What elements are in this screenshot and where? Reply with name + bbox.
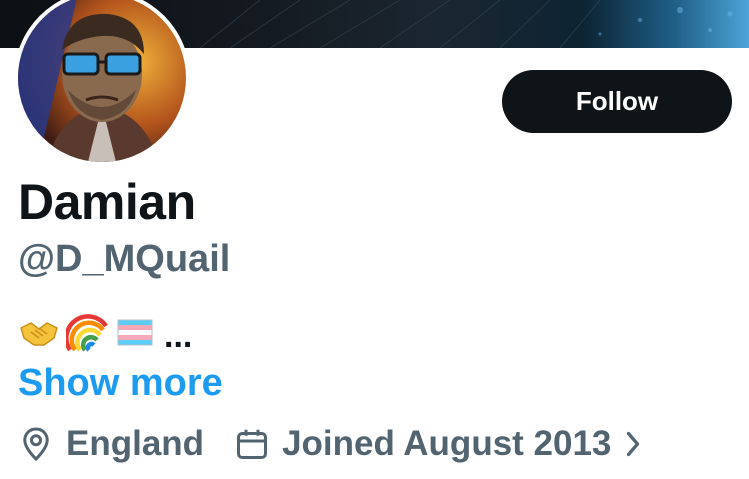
- username-handle: @D_MQuail: [18, 238, 231, 280]
- follow-button[interactable]: Follow: [502, 70, 732, 133]
- show-more-link[interactable]: Show more: [18, 361, 223, 407]
- bio-truncation: ...: [164, 317, 193, 355]
- display-name: Damian: [18, 174, 196, 230]
- avatar-image: [18, 0, 186, 162]
- handshake-emoji: [18, 312, 60, 354]
- joined-date-text: Joined August 2013: [282, 424, 612, 463]
- profile-meta: England Joined August 2013: [18, 421, 643, 467]
- rainbow-emoji: [66, 312, 108, 354]
- calendar-icon: [237, 429, 268, 459]
- bio: ...: [18, 310, 192, 356]
- joined-date-item: Joined August 2013: [234, 424, 611, 464]
- avatar[interactable]: [14, 0, 190, 166]
- location-text: England: [66, 424, 205, 463]
- chevron-right-icon[interactable]: [623, 429, 643, 459]
- transgender-flag-emoji: [114, 312, 156, 354]
- location-item: England: [18, 424, 204, 464]
- location-pin-icon: [23, 427, 49, 462]
